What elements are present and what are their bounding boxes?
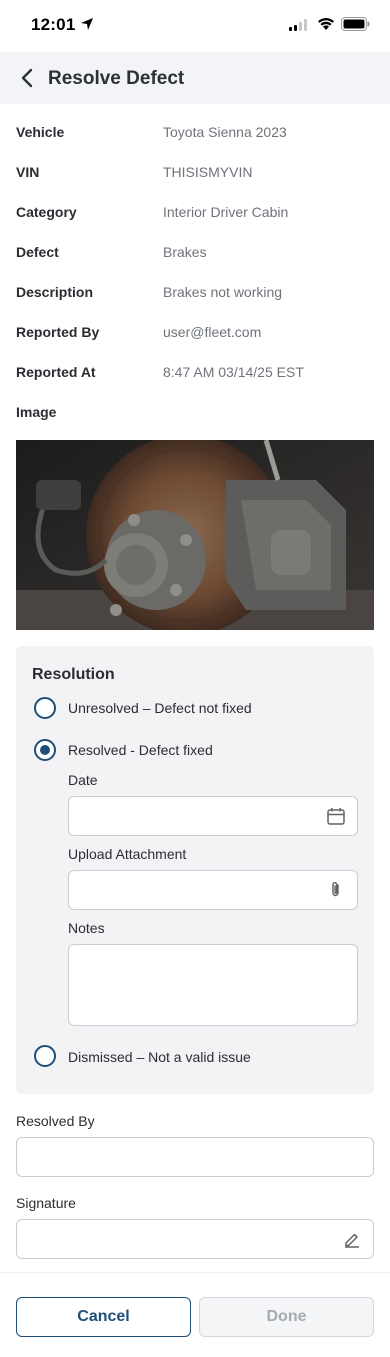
resolved-by-label: Resolved By [16,1113,95,1129]
page-title: Resolve Defect [48,68,185,89]
attachment-field[interactable] [68,870,358,910]
radio-resolved-label[interactable]: Resolved - Defect fixed [68,742,213,758]
signature-label: Signature [16,1195,76,1211]
image-label: Image [16,404,57,420]
paperclip-icon[interactable] [327,881,345,899]
brake-disc-image [16,440,374,630]
battery-icon [341,17,370,31]
cellular-signal-icon [289,19,307,31]
status-bar: 12:01 [0,0,390,52]
resolved-by-field[interactable] [16,1137,374,1177]
date-label: Date [68,772,98,788]
radio-unresolved-label[interactable]: Unresolved – Defect not fixed [68,700,252,716]
signature-field[interactable] [16,1219,374,1259]
navigation-header: Resolve Defect [0,52,390,104]
status-time: 12:01 [31,15,76,34]
description-label: Description [16,284,94,300]
radio-dismissed[interactable] [34,1045,56,1067]
reported-by-label: Reported By [16,324,100,340]
vin-label: VIN [16,164,40,180]
vehicle-value: Toyota Sienna 2023 [163,124,287,140]
notes-textarea[interactable] [68,944,358,1026]
cancel-button[interactable]: Cancel [16,1297,191,1337]
done-button[interactable]: Done [199,1297,374,1337]
resolution-title: Resolution [32,666,115,683]
defect-label: Defect [16,244,59,260]
location-arrow-icon [81,18,93,30]
calendar-icon[interactable] [327,807,345,825]
reported-by-value: user@fleet.com [163,324,262,340]
radio-unresolved[interactable] [34,697,56,719]
description-value: Brakes not working [163,284,283,300]
date-field[interactable] [68,796,358,836]
defect-value: Brakes [163,244,207,260]
reported-at-value: 8:47 AM 03/14/25 EST [163,364,304,380]
vehicle-label: Vehicle [16,124,65,140]
category-value: Interior Driver Cabin [163,204,289,220]
resolution-card: Resolution Unresolved – Defect not fixed… [16,646,374,1094]
pen-icon[interactable] [343,1230,361,1248]
chevron-left-icon[interactable] [16,66,40,90]
category-label: Category [16,204,77,220]
radio-dismissed-label[interactable]: Dismissed – Not a valid issue [68,1049,251,1065]
wifi-icon [318,18,334,30]
notes-label: Notes [68,920,105,936]
upload-attachment-label: Upload Attachment [68,846,187,862]
footer-actions: Cancel Done [0,1272,390,1357]
radio-resolved[interactable] [34,739,56,761]
defect-photo[interactable] [16,440,374,630]
reported-at-label: Reported At [16,364,96,380]
vin-value: THISISMYVIN [163,164,253,180]
